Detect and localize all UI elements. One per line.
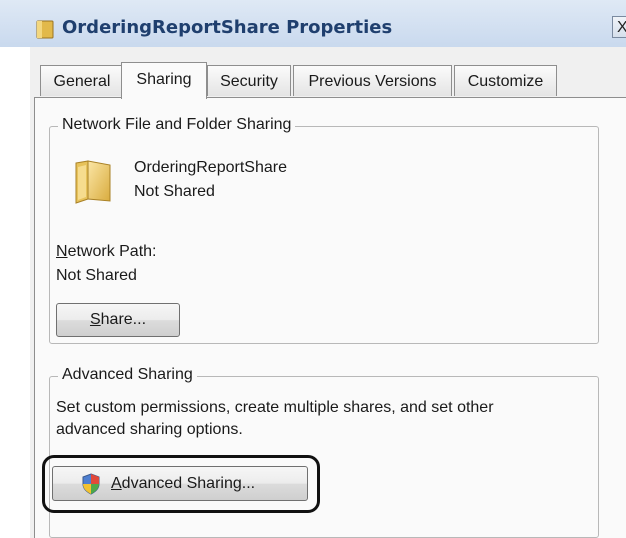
advanced-sharing-button-text: Advanced Sharing...	[111, 467, 255, 500]
tab-general-label: General	[53, 73, 111, 90]
tab-strip: General Sharing Security Previous Versio…	[30, 62, 626, 99]
advanced-sharing-description-line2: advanced sharing options.	[56, 421, 243, 438]
advanced-sharing-group: Advanced Sharing Set custom permissions,…	[42, 366, 599, 538]
properties-dialog: General Sharing Security Previous Versio…	[30, 47, 626, 538]
advanced-sharing-accel: A	[111, 475, 122, 492]
window-title: OrderingReportShare Properties	[62, 17, 393, 38]
title-bar: OrderingReportShare Properties X	[0, 0, 626, 47]
folder-icon	[36, 20, 54, 39]
folder-name: OrderingReportShare	[134, 159, 287, 176]
network-path-label: Network Path:	[56, 243, 157, 261]
network-sharing-group: Network File and Folder Sharing Ordering…	[49, 116, 599, 344]
tab-general[interactable]: General	[40, 65, 124, 96]
tab-sharing[interactable]: Sharing	[121, 62, 207, 99]
share-status: Not Shared	[134, 183, 215, 200]
advanced-sharing-legend: Advanced Sharing	[58, 366, 197, 384]
advanced-sharing-button[interactable]: Advanced Sharing...	[52, 466, 308, 501]
advanced-sharing-button-label: dvanced Sharing...	[121, 475, 256, 492]
tab-customize-label: Customize	[467, 73, 544, 90]
tab-previous-versions[interactable]: Previous Versions	[293, 65, 452, 96]
tab-security[interactable]: Security	[207, 65, 291, 96]
share-button-accel: S	[89, 311, 101, 328]
close-icon: X	[617, 19, 626, 36]
network-path-accel: N	[56, 243, 68, 260]
close-button[interactable]: X	[612, 16, 626, 38]
network-path-label-rest: etwork Path:	[67, 243, 157, 260]
share-button[interactable]: Share...	[56, 303, 180, 337]
advanced-sharing-description-line1: Set custom permissions, create multiple …	[56, 399, 494, 416]
tab-sharing-label: Sharing	[136, 71, 192, 88]
sharing-tab-panel: Network File and Folder Sharing Ordering…	[34, 97, 626, 538]
folder-icon	[75, 160, 111, 204]
uac-shield-icon	[82, 473, 100, 495]
tab-previous-versions-label: Previous Versions	[308, 73, 437, 90]
network-path-value: Not Shared	[56, 267, 137, 284]
network-sharing-legend: Network File and Folder Sharing	[58, 116, 296, 134]
tab-security-label: Security	[220, 73, 278, 90]
share-button-label: hare...	[100, 311, 147, 328]
tab-customize[interactable]: Customize	[454, 65, 557, 96]
